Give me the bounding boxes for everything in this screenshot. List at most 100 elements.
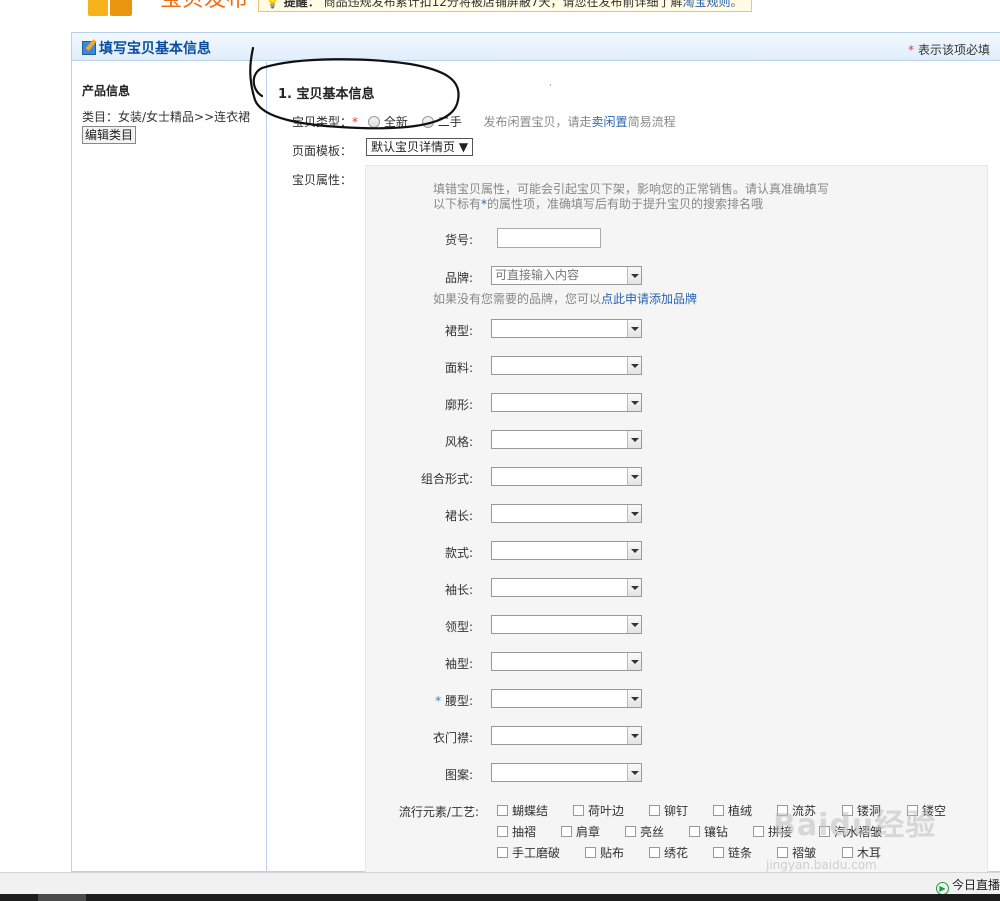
rule-notice: 💡 提醒： 商品违规发布累计扣12分将被店铺屏蔽7天，请您在发布前详细了解淘宝规… (258, 0, 752, 12)
checkbox-label: 链条 (728, 846, 753, 860)
checkbox-icon[interactable] (497, 826, 508, 837)
required-star: * (352, 115, 359, 129)
brand-combo[interactable]: 可直接输入内容 (491, 266, 642, 285)
template-select[interactable]: 默认宝贝详情页 ▼ (366, 138, 474, 156)
radio-used-label: 二手 (437, 115, 462, 129)
checkbox-icon[interactable] (842, 847, 853, 858)
baidu-watermark: Baidu经验 (773, 808, 937, 843)
attr-select[interactable] (491, 504, 642, 523)
element-checkbox[interactable]: 链条 (713, 844, 752, 861)
product-info-sidebar: 产品信息 类目：女装/女士精品>>连衣裙 编辑类目 (72, 62, 267, 873)
attr-label: 面料: (444, 361, 473, 375)
checkbox-label: 亮丝 (640, 825, 665, 839)
checkbox-icon[interactable] (777, 847, 788, 858)
status-bar: ▶ 今日直播 (0, 872, 1000, 895)
attr-label: 裙长: (444, 509, 473, 523)
chevron-down-icon[interactable] (627, 653, 641, 670)
rules-link[interactable]: 淘宝规则。 (683, 0, 743, 9)
item-no-input[interactable] (497, 228, 601, 248)
element-checkbox[interactable]: 手工磨破 (497, 844, 560, 861)
element-checkbox[interactable]: 贴布 (585, 844, 624, 861)
chevron-down-icon[interactable] (627, 267, 641, 284)
checkbox-label: 蝴蝶结 (512, 804, 549, 818)
checkbox-icon[interactable] (625, 826, 636, 837)
attr-select[interactable] (491, 615, 642, 634)
element-checkbox[interactable]: 蝴蝶结 (497, 802, 548, 819)
checkbox-icon[interactable] (561, 826, 572, 837)
brand-label: 品牌: (444, 271, 473, 285)
elements-label: 流行元素/工艺: (398, 805, 479, 819)
radio-new-label: 全新 (383, 115, 408, 129)
brand-hint: 如果没有您需要的品牌，您可以点此申请添加品牌 (433, 292, 698, 306)
sell-idle-link[interactable]: 卖闲置 (592, 115, 628, 129)
publish-logo-icon (88, 0, 132, 16)
panel-title: 填写宝贝基本信息 (82, 38, 211, 58)
checkbox-label: 手工磨破 (512, 846, 561, 860)
notice-label: 提醒： (283, 0, 320, 9)
checkbox-icon[interactable] (497, 847, 508, 858)
checkbox-icon[interactable] (649, 847, 660, 858)
attributes-box: 填错宝贝属性，可能会引起宝贝下架，影响您的正常销售。请认真准确填写 以下标有*的… (365, 165, 988, 873)
attr-select[interactable] (491, 763, 642, 782)
element-checkbox[interactable]: 铆钉 (649, 802, 688, 819)
chevron-down-icon[interactable] (627, 690, 641, 707)
section-title: 1. 宝贝基本信息 (278, 87, 375, 102)
element-checkbox[interactable]: 抽褶 (497, 823, 536, 840)
element-checkbox[interactable]: 镶钻 (689, 823, 728, 840)
checkbox-icon[interactable] (573, 805, 584, 816)
checkbox-icon[interactable] (585, 847, 596, 858)
chevron-down-icon[interactable] (627, 357, 641, 374)
checkbox-icon[interactable] (689, 826, 700, 837)
edit-category-button[interactable]: 编辑类目 (82, 126, 137, 144)
checkbox-label: 植绒 (728, 804, 753, 818)
attr-select[interactable] (491, 578, 642, 597)
chevron-down-icon[interactable] (627, 320, 641, 337)
element-checkbox[interactable]: 荷叶边 (573, 802, 624, 819)
sidebar-title: 产品信息 (82, 84, 131, 98)
attr-label: 风格: (444, 435, 473, 449)
attr-select[interactable] (491, 541, 642, 560)
element-checkbox[interactable]: 亮丝 (625, 823, 664, 840)
attr-select[interactable] (491, 652, 642, 671)
stray-dot: · (549, 81, 552, 90)
chevron-down-icon[interactable] (627, 616, 641, 633)
notice-text: 商品违规发布累计扣12分将被店铺屏蔽7天，请您在发布前详细了解 (323, 0, 683, 9)
attr-label: * 腰型: (435, 694, 473, 708)
chevron-down-icon[interactable] (627, 431, 641, 448)
attr-label: 袖长: (444, 583, 473, 597)
element-checkbox[interactable]: 植绒 (713, 802, 752, 819)
element-checkbox[interactable]: 绣花 (649, 844, 688, 861)
checkbox-icon[interactable] (753, 826, 764, 837)
add-brand-link[interactable]: 点此申请添加品牌 (601, 292, 697, 306)
chevron-down-icon[interactable] (627, 727, 641, 744)
attr-select[interactable] (491, 726, 642, 745)
radio-used[interactable] (421, 116, 434, 128)
checkbox-label: 贴布 (600, 846, 625, 860)
category-path: 类目：女装/女士精品>>连衣裙 (82, 110, 251, 124)
radio-new[interactable] (367, 116, 380, 128)
chevron-down-icon[interactable] (627, 579, 641, 596)
attr-select[interactable] (491, 393, 642, 412)
edit-pencil-icon (82, 41, 96, 55)
chevron-down-icon[interactable] (627, 542, 641, 559)
checkbox-icon[interactable] (713, 805, 724, 816)
checkbox-icon[interactable] (713, 847, 724, 858)
chevron-down-icon[interactable] (627, 505, 641, 522)
attr-select[interactable] (491, 689, 642, 708)
idle-hint: 发布闲置宝贝，请走卖闲置简易流程 (483, 115, 676, 129)
element-checkbox[interactable]: 肩章 (561, 823, 600, 840)
checkbox-icon[interactable] (649, 805, 660, 816)
chevron-down-icon[interactable] (627, 468, 641, 485)
chevron-down-icon[interactable] (627, 764, 641, 781)
attr-select[interactable] (491, 430, 642, 449)
checkbox-label: 镶钻 (704, 825, 729, 839)
attr-select[interactable] (491, 319, 642, 338)
attr-select[interactable] (491, 467, 642, 486)
attributes-label: 宝贝属性： (292, 173, 353, 187)
attr-select[interactable] (491, 356, 642, 375)
chevron-down-icon[interactable] (627, 394, 641, 411)
live-news[interactable]: ▶ 今日直播 (935, 876, 1000, 895)
checkbox-label: 抽褶 (512, 825, 537, 839)
template-label: 页面模板： (292, 144, 353, 158)
checkbox-icon[interactable] (497, 805, 508, 816)
